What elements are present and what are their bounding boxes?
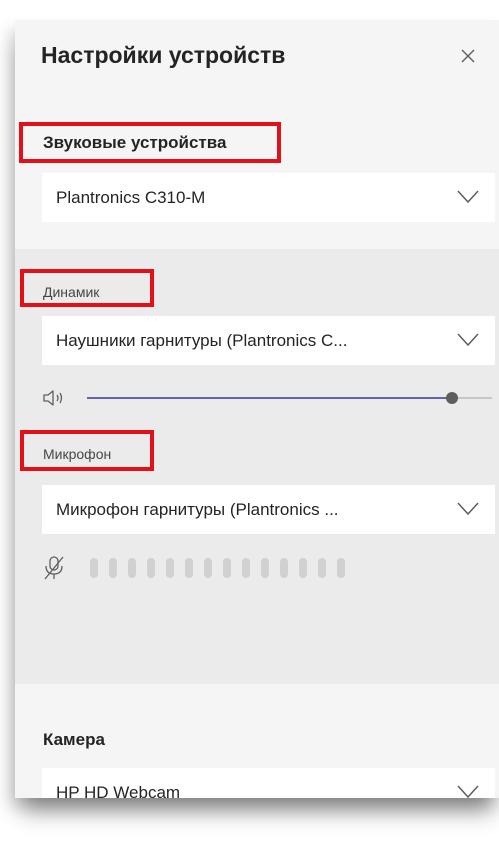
mic-level-bar (299, 558, 307, 578)
mic-level-bar (318, 558, 326, 578)
mic-off-icon (44, 556, 64, 580)
mic-level-bar (166, 558, 174, 578)
close-button[interactable] (456, 44, 480, 68)
mic-level-bar (90, 558, 98, 578)
mic-level-bar (280, 558, 288, 578)
microphone-device-value: Микрофон гарнитуры (Plantronics ... (56, 499, 339, 519)
chevron-down-icon (457, 502, 479, 516)
camera-device-value: HP HD Webcam (56, 782, 181, 799)
volume-slider-fill (87, 397, 452, 399)
mic-level-bar (337, 558, 345, 578)
chevron-down-icon (457, 785, 479, 798)
camera-label: Камера (43, 730, 105, 749)
volume-slider-thumb[interactable] (446, 392, 458, 404)
mic-level-bar (147, 558, 155, 578)
chevron-down-icon (457, 190, 479, 204)
mic-level-bar (223, 558, 231, 578)
speaker-label: Динамик (43, 284, 100, 300)
mic-level-bar (261, 558, 269, 578)
mic-level-meter (90, 558, 345, 578)
microphone-dropdown[interactable]: Микрофон гарнитуры (Plantronics ... (42, 485, 495, 534)
mic-level-bar (128, 558, 136, 578)
audio-devices-label: Звуковые устройства (43, 133, 227, 152)
mic-level-bar (109, 558, 117, 578)
volume-slider-remaining (452, 397, 492, 399)
volume-slider[interactable] (87, 392, 492, 404)
chevron-down-icon (457, 333, 479, 347)
close-icon (461, 49, 475, 63)
camera-dropdown[interactable]: HP HD Webcam (42, 768, 495, 798)
audio-device-dropdown[interactable]: Plantronics C310-M (42, 173, 495, 222)
speaker-device-value: Наушники гарнитуры (Plantronics C... (56, 330, 348, 350)
mic-level-bar (185, 558, 193, 578)
mic-level-bar (242, 558, 250, 578)
microphone-label: Микрофон (43, 446, 112, 462)
mic-level-bar (204, 558, 212, 578)
speaker-dropdown[interactable]: Наушники гарнитуры (Plantronics C... (42, 316, 495, 365)
audio-device-value: Plantronics C310-M (56, 187, 206, 207)
device-settings-panel: Настройки устройств Звуковые устройства … (15, 20, 499, 798)
speaker-volume-icon (43, 390, 63, 406)
panel-title: Настройки устройств (41, 42, 286, 68)
